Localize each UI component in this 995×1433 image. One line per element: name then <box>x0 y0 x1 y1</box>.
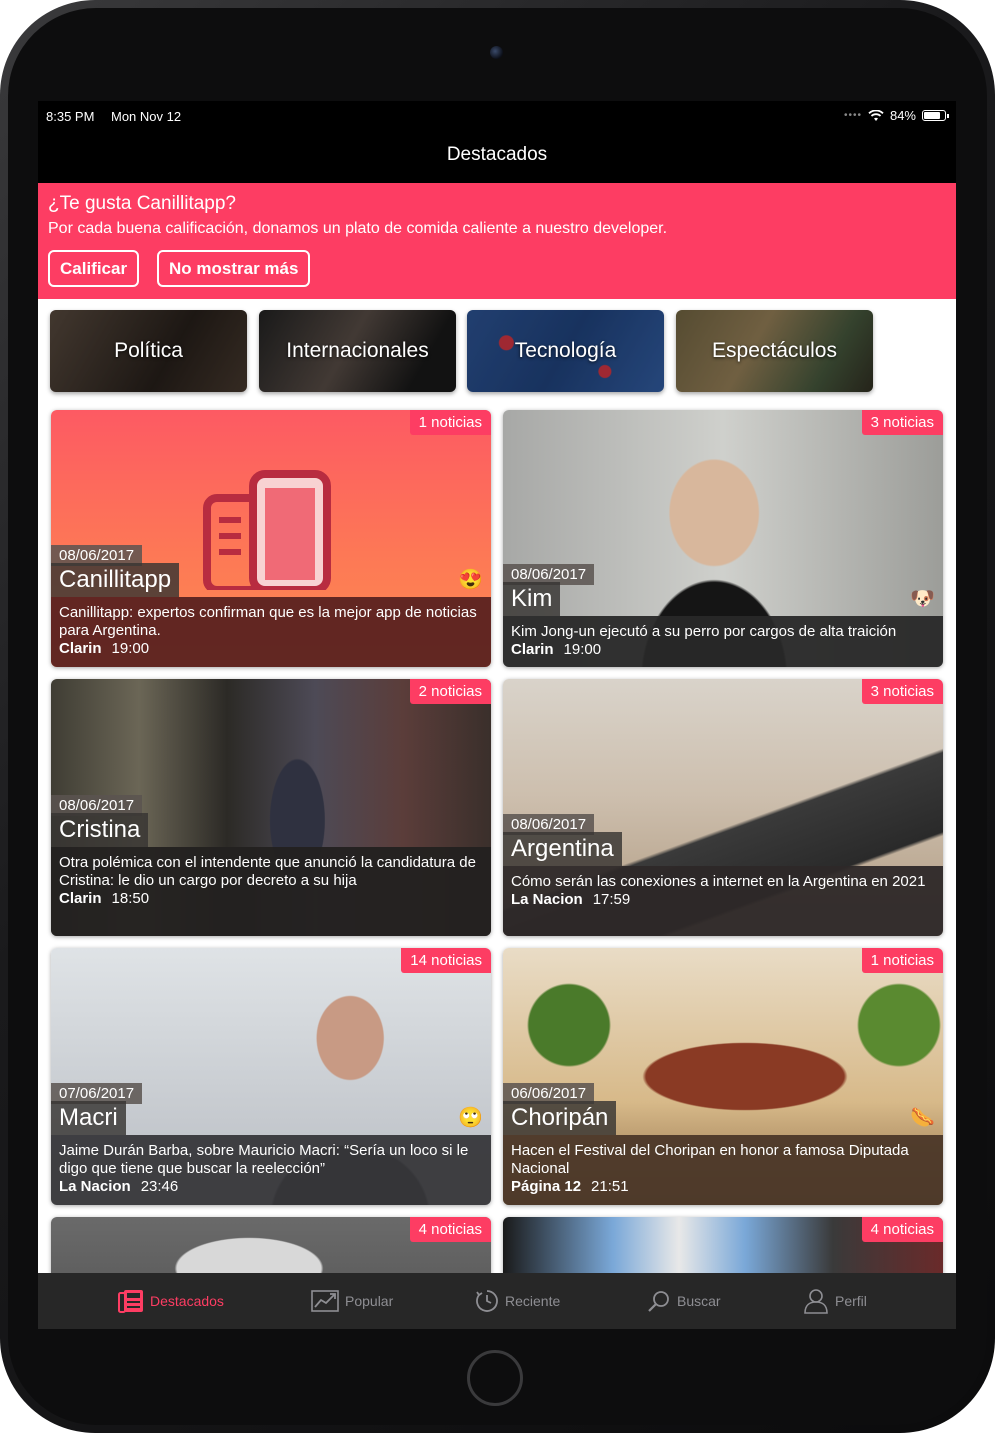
news-count-badge: 4 noticias <box>409 1217 491 1242</box>
card-footer: Canillitapp: expertos confirman que es l… <box>51 597 491 667</box>
card-headline: Otra polémica con el intendente que anun… <box>59 854 476 889</box>
dismiss-button[interactable]: No mostrar más <box>157 250 311 287</box>
battery-percent: 84% <box>889 108 916 123</box>
category-label: Espectáculos <box>712 339 837 362</box>
card-footer: Kim Jong-un ejecutó a su perro por cargo… <box>503 616 943 667</box>
chart-icon <box>311 1290 339 1312</box>
tab-popular[interactable]: Popular <box>311 1273 393 1329</box>
battery-icon <box>922 110 949 121</box>
card-headline: Canillitapp: expertos confirman que es l… <box>59 604 477 639</box>
device-frame: 8:35 PM Mon Nov 12 •••• 84% Destacados ¿… <box>0 0 995 1433</box>
category-label: Tecnología <box>514 339 617 362</box>
tab-reciente[interactable]: Reciente <box>475 1273 560 1329</box>
card-footer: Hacen el Festival del Choripan en honor … <box>503 1135 943 1205</box>
card-title: Canillitapp <box>51 563 180 597</box>
category-espectaculos[interactable]: Espectáculos <box>676 310 873 392</box>
screen: 8:35 PM Mon Nov 12 •••• 84% Destacados ¿… <box>38 101 956 1329</box>
category-label: Internacionales <box>286 339 429 362</box>
news-count-badge: 14 noticias <box>401 948 491 973</box>
status-time: 8:35 PM <box>46 109 95 124</box>
card-time: 23:46 <box>140 1178 179 1195</box>
card-title: Kim <box>503 582 561 616</box>
tab-label: Buscar <box>677 1293 721 1309</box>
news-count-badge: 4 noticias <box>861 1217 943 1242</box>
status-bar: 8:35 PM Mon Nov 12 •••• 84% <box>38 101 956 131</box>
category-label: Política <box>114 339 183 362</box>
banner-title: ¿Te gusta Canillitapp? <box>48 193 236 214</box>
wifi-icon <box>868 109 884 121</box>
card-title: Macri <box>51 1101 126 1135</box>
card-title: Choripán <box>503 1101 617 1135</box>
card-source: La Nacion <box>511 891 583 908</box>
front-camera <box>490 46 503 59</box>
card-footer: Cómo serán las conexiones a internet en … <box>503 866 943 936</box>
category-internacionales[interactable]: Internacionales <box>259 310 456 392</box>
card-time: 19:00 <box>111 640 150 657</box>
category-politica[interactable]: Política <box>50 310 247 392</box>
reaction-emoji-icon: 🐶 <box>910 588 935 610</box>
card-time: 17:59 <box>592 891 631 908</box>
card-headline: Hacen el Festival del Choripan en honor … <box>511 1142 909 1177</box>
news-card[interactable]: 3 noticias 08/06/2017 Argentina Cómo ser… <box>503 679 943 936</box>
card-headline: Jaime Durán Barba, sobre Mauricio Macri:… <box>59 1142 469 1177</box>
card-title: Argentina <box>503 832 622 866</box>
canillitapp-logo-icon <box>203 470 331 590</box>
card-time: 18:50 <box>111 890 150 907</box>
card-headline: Cómo serán las conexiones a internet en … <box>511 873 926 890</box>
tab-bar: Destacados Popular Reciente Buscar Perfi… <box>38 1273 956 1329</box>
tab-perfil[interactable]: Perfil <box>803 1273 867 1329</box>
signal-dots-icon: •••• <box>843 110 862 121</box>
status-indicators: •••• 84% <box>843 108 949 123</box>
news-count-badge: 3 noticias <box>861 410 943 435</box>
clock-icon <box>476 1290 498 1312</box>
navigation-bar: Destacados <box>38 131 956 183</box>
card-source: Clarin <box>59 640 102 657</box>
reaction-emoji-icon: 😍 <box>458 569 483 591</box>
card-source: Clarin <box>59 890 102 907</box>
news-count-badge: 1 noticias <box>861 948 943 973</box>
search-icon <box>648 1291 669 1312</box>
reaction-emoji-icon: 🙄 <box>458 1107 483 1129</box>
tab-destacados[interactable]: Destacados <box>118 1273 224 1329</box>
tab-label: Destacados <box>150 1293 224 1309</box>
card-headline: Kim Jong-un ejecutó a su perro por cargo… <box>511 623 897 640</box>
home-button[interactable] <box>467 1350 523 1406</box>
news-count-badge: 1 noticias <box>409 410 491 435</box>
news-count-badge: 2 noticias <box>409 679 491 704</box>
news-card[interactable]: 2 noticias 08/06/2017 Cristina Otra polé… <box>51 679 491 936</box>
card-time: 19:00 <box>563 641 602 658</box>
user-icon <box>804 1289 828 1314</box>
news-count-badge: 3 noticias <box>861 679 943 704</box>
card-time: 21:51 <box>591 1178 629 1195</box>
tab-buscar[interactable]: Buscar <box>647 1273 721 1329</box>
news-card[interactable]: 1 noticias 08/06/2017 Canillitapp 😍 Cani… <box>51 410 491 667</box>
status-date: Mon Nov 12 <box>111 109 182 124</box>
page-title: Destacados <box>446 144 548 165</box>
category-tecnologia[interactable]: Tecnología <box>467 310 664 392</box>
newspaper-icon <box>118 1290 143 1313</box>
tab-label: Popular <box>345 1293 394 1309</box>
rate-button[interactable]: Calificar <box>48 250 140 287</box>
card-footer: Otra polémica con el intendente que anun… <box>51 847 491 936</box>
rating-banner: ¿Te gusta Canillitapp? Por cada buena ca… <box>38 183 956 299</box>
news-card[interactable]: 14 noticias 07/06/2017 Macri 🙄 Jaime Dur… <box>51 948 491 1205</box>
reaction-emoji-icon: 🌭 <box>910 1107 935 1129</box>
card-footer: Jaime Durán Barba, sobre Mauricio Macri:… <box>51 1135 491 1205</box>
card-source: Página 12 <box>511 1178 582 1195</box>
banner-message: Por cada buena calificación, donamos un … <box>48 220 668 237</box>
card-source: Clarin <box>511 641 554 658</box>
news-card[interactable]: 1 noticias 06/06/2017 Choripán 🌭 Hacen e… <box>503 948 943 1205</box>
tab-label: Reciente <box>505 1293 561 1309</box>
tab-label: Perfil <box>835 1293 867 1309</box>
card-source: La Nacion <box>59 1178 131 1195</box>
news-card[interactable]: 3 noticias 08/06/2017 Kim 🐶 Kim Jong-un … <box>503 410 943 667</box>
card-title: Cristina <box>51 813 149 847</box>
